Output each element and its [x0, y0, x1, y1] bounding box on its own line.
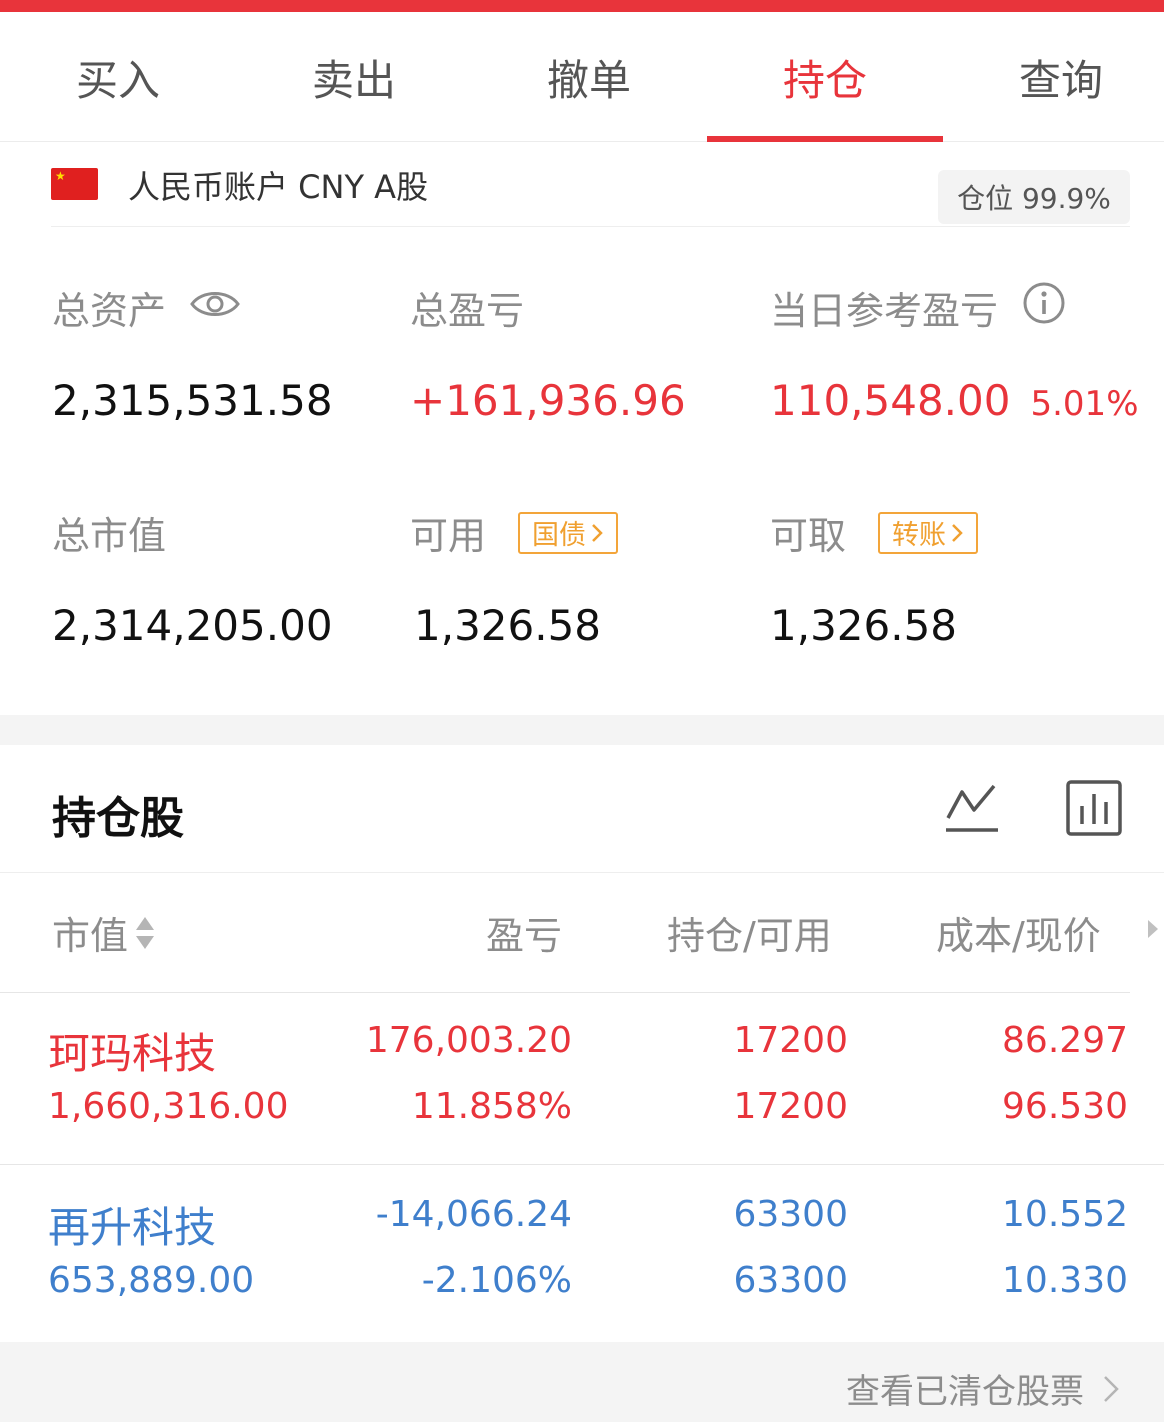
account-row: ★ 人民币账户 CNY A股 仓位 99.9% [0, 142, 1164, 228]
stock-cost: 86.297 [1002, 1020, 1128, 1061]
tab-query-label: 查询 [1018, 55, 1103, 105]
tab-query[interactable]: 查询 [943, 12, 1164, 142]
tab-holdings[interactable]: 持仓 [707, 12, 943, 142]
withdrawable-value: 1,326.58 [770, 601, 958, 650]
daily-pnl-value: 110,548.00 [770, 376, 1011, 425]
stock-price: 10.330 [1002, 1260, 1128, 1301]
chevron-right-icon [1104, 1375, 1119, 1402]
market-value-column-header[interactable]: 市值 [52, 905, 156, 960]
daily-pnl-percent: 5.01% [1030, 384, 1139, 424]
footer-bar: 查看已清仓股票 [0, 1342, 1164, 1422]
more-columns-arrow-icon[interactable] [1146, 918, 1160, 940]
total-assets-label: 总资产 [52, 280, 240, 335]
transfer-tag-text: 转账 [892, 520, 947, 551]
market-value-label-text: 总市值 [52, 514, 167, 558]
account-label: 人民币账户 CNY A股 [128, 168, 429, 206]
daily-pnl-value-row: 110,548.00 5.01% [770, 376, 1139, 425]
daily-pnl-label-text: 当日参考盈亏 [770, 289, 999, 333]
available-value: 1,326.58 [414, 601, 602, 650]
stock-position: 17200 [733, 1020, 848, 1061]
tab-cancel[interactable]: 撤单 [471, 12, 707, 142]
tab-holdings-label: 持仓 [782, 55, 867, 105]
bar-chart-icon[interactable] [1066, 780, 1122, 836]
position-header-text: 持仓/可用 [667, 914, 832, 958]
view-cleared-stocks-link[interactable]: 查看已清仓股票 [846, 1364, 1120, 1413]
view-cleared-stocks-text: 查看已清仓股票 [846, 1372, 1084, 1412]
total-pnl-label-text: 总盈亏 [410, 289, 525, 333]
tab-buy[interactable]: 买入 [0, 12, 236, 142]
stock-price: 96.530 [1002, 1086, 1128, 1127]
stock-pnl: -14,066.24 [375, 1194, 572, 1235]
daily-pnl-label: 当日参考盈亏 [770, 280, 1066, 335]
line-chart-icon[interactable] [944, 780, 1000, 836]
chevron-right-icon [952, 523, 963, 542]
total-pnl-label: 总盈亏 [410, 280, 524, 335]
chevron-right-icon [592, 523, 603, 542]
position-ratio-badge: 仓位 99.9% [938, 170, 1130, 224]
eye-icon[interactable] [190, 286, 240, 330]
total-assets-value: 2,315,531.58 [52, 376, 333, 425]
treasury-bond-tag[interactable]: 国债 [518, 511, 619, 554]
transfer-tag[interactable]: 转账 [878, 511, 979, 554]
stock-pnl-percent: 11.858% [411, 1086, 572, 1127]
stock-available: 17200 [733, 1086, 848, 1127]
stock-name: 珂玛科技 [48, 1029, 217, 1078]
divider [0, 1164, 1164, 1165]
tab-cancel-label: 撤单 [546, 55, 631, 105]
holdings-title: 持仓股 [52, 793, 184, 844]
total-assets-label-text: 总资产 [52, 289, 167, 333]
available-label-text: 可用 [410, 514, 487, 558]
tab-buy-label: 买入 [75, 55, 160, 105]
stock-position: 63300 [733, 1194, 848, 1235]
market-value-value: 2,314,205.00 [52, 601, 333, 650]
pnl-column-header: 盈亏 [486, 905, 562, 960]
market-value-header-text: 市值 [52, 914, 129, 958]
pnl-header-text: 盈亏 [486, 914, 563, 958]
position-column-header: 持仓/可用 [667, 905, 832, 960]
stock-market-value: 1,660,316.00 [48, 1086, 289, 1127]
available-label: 可用 国债 [410, 505, 619, 560]
divider [51, 226, 1130, 227]
tab-sell-label: 卖出 [311, 55, 396, 105]
table-row[interactable]: 珂玛科技 1,660,316.00 176,003.20 11.858% 172… [0, 994, 1164, 1164]
withdrawable-label: 可取 转账 [770, 505, 979, 560]
section-gap [0, 715, 1164, 745]
cost-header-text: 成本/现价 [936, 914, 1101, 958]
china-flag-icon: ★ [51, 168, 98, 200]
stock-name: 再升科技 [48, 1203, 217, 1252]
cost-column-header: 成本/现价 [936, 905, 1101, 960]
info-icon[interactable] [1022, 281, 1066, 334]
stock-pnl: 176,003.20 [365, 1020, 572, 1061]
table-row[interactable]: 再升科技 653,889.00 -14,066.24 -2.106% 63300… [0, 1168, 1164, 1338]
trade-tabs: 买入 卖出 撤单 持仓 查询 [0, 12, 1164, 142]
stock-market-value: 653,889.00 [48, 1260, 255, 1301]
stock-pnl-percent: -2.106% [421, 1260, 572, 1301]
stock-cost: 10.552 [1002, 1194, 1128, 1235]
tab-sell[interactable]: 卖出 [236, 12, 472, 142]
withdrawable-label-text: 可取 [770, 514, 847, 558]
sort-icon [136, 916, 155, 949]
divider [0, 872, 1164, 873]
stock-available: 63300 [733, 1260, 848, 1301]
top-accent-bar [0, 0, 1164, 12]
market-value-label: 总市值 [52, 505, 166, 560]
divider [0, 992, 1130, 993]
treasury-bond-tag-text: 国债 [532, 520, 587, 551]
total-pnl-value: +161,936.96 [410, 376, 686, 425]
